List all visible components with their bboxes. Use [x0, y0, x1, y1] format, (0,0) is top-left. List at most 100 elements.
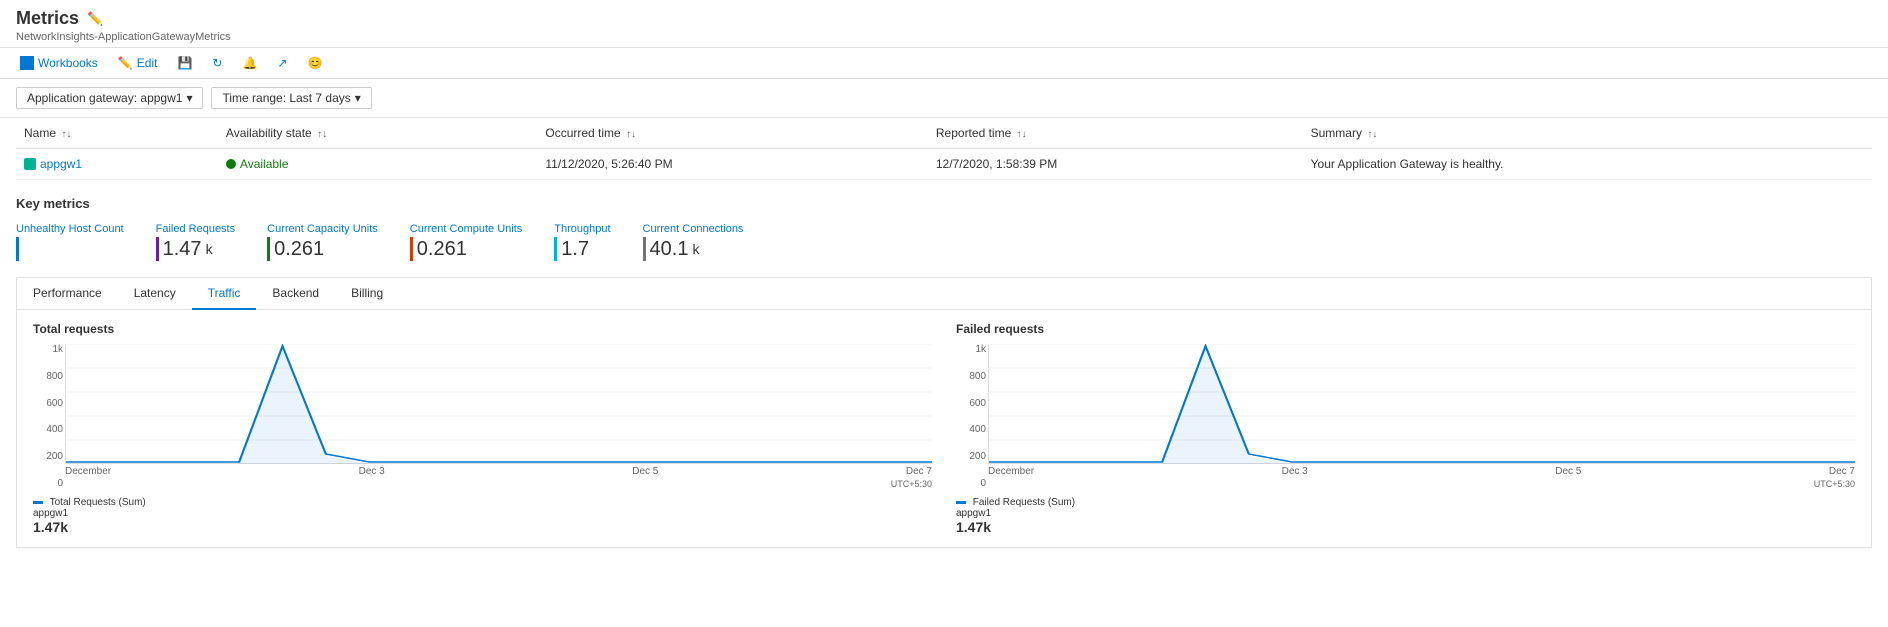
y-label: 1k	[960, 344, 986, 355]
refresh-icon: ↻	[212, 56, 222, 70]
legend-value: 1.47k	[33, 519, 68, 535]
metric-item: Current Connections 40.1k	[643, 223, 744, 261]
filters-bar: Application gateway: appgw1 ▾ Time range…	[0, 79, 1888, 118]
y-label: 0	[960, 478, 986, 489]
workbooks-label: Workbooks	[38, 56, 98, 70]
health-table: Name ↑↓ Availability state ↑↓ Occurred t…	[16, 118, 1872, 180]
charts-row: Total requests 1k 800 600 400 200 0	[17, 310, 1871, 547]
metric-item: Current Capacity Units 0.261	[267, 223, 378, 261]
metric-value: 1.7	[554, 237, 610, 261]
tabs-bar: PerformanceLatencyTrafficBackendBilling	[17, 278, 1871, 310]
metric-label: Current Compute Units	[410, 223, 523, 235]
y-label: 200	[960, 451, 986, 462]
total-requests-svg	[66, 344, 932, 464]
metric-bar	[156, 237, 159, 261]
time-range-label: Time range: Last 7 days	[222, 91, 350, 105]
metric-bar	[410, 237, 413, 261]
legend-sub: appgw1	[33, 508, 68, 519]
gateway-link[interactable]: appgw1	[24, 157, 210, 171]
failed-requests-title: Failed requests	[956, 322, 1855, 336]
metric-label: Throughput	[554, 223, 610, 235]
title-text: Metrics	[16, 8, 79, 29]
col-availability: Availability state ↑↓	[218, 118, 537, 149]
total-requests-legend: Total Requests (Sum) appgw1 1.47k	[33, 497, 932, 535]
y-label: 800	[37, 371, 63, 382]
save-button[interactable]: 💾	[173, 54, 196, 72]
edit-icon[interactable]: ✏️	[87, 11, 103, 27]
key-metrics-section: Key metrics Unhealthy Host Count Failed …	[0, 180, 1888, 269]
tab-performance[interactable]: Performance	[17, 278, 118, 310]
metric-item: Current Compute Units 0.261	[410, 223, 523, 261]
total-requests-title: Total requests	[33, 322, 932, 336]
workbooks-button[interactable]: Workbooks	[16, 54, 102, 72]
chevron-down-icon: ▾	[186, 91, 192, 105]
gateway-filter-label: Application gateway: appgw1	[27, 91, 182, 105]
refresh-button[interactable]: ↻	[208, 54, 226, 72]
metric-item: Failed Requests 1.47k	[156, 223, 236, 261]
metric-value: 0.261	[410, 237, 523, 261]
sort-icon[interactable]: ↑↓	[1017, 129, 1027, 140]
y-label: 1k	[37, 344, 63, 355]
tab-backend[interactable]: Backend	[256, 278, 335, 310]
sort-icon[interactable]: ↑↓	[1367, 129, 1377, 140]
failed-requests-chart-area	[988, 344, 1855, 464]
header-bar: Metrics ✏️ NetworkInsights-ApplicationGa…	[0, 0, 1888, 48]
edit-button[interactable]: ✏️ Edit	[114, 54, 162, 72]
col-occurred: Occurred time ↑↓	[537, 118, 928, 149]
metric-bar	[554, 237, 557, 261]
x-axis-failed: December Dec 3 Dec 5 Dec 7	[988, 466, 1855, 477]
toolbar: Workbooks ✏️ Edit 💾 ↻ 🔔 ↗ 😊	[0, 48, 1888, 79]
cell-name: appgw1	[16, 149, 218, 180]
y-label: 200	[37, 451, 63, 462]
tab-traffic[interactable]: Traffic	[192, 278, 257, 310]
sort-icon[interactable]: ↑↓	[61, 129, 71, 140]
workbooks-icon	[20, 56, 34, 70]
failed-requests-legend: Failed Requests (Sum) appgw1 1.47k	[956, 497, 1855, 535]
alert-button[interactable]: 🔔	[238, 54, 261, 72]
table-row: appgw1 Available 11/12/2020, 5:26:40 PM …	[16, 149, 1872, 180]
time-range-filter[interactable]: Time range: Last 7 days ▾	[211, 87, 371, 109]
metric-label: Current Capacity Units	[267, 223, 378, 235]
metric-label: Failed Requests	[156, 223, 236, 235]
sort-icon[interactable]: ↑↓	[626, 129, 636, 140]
failed-requests-svg	[989, 344, 1855, 464]
available-dot	[226, 159, 236, 169]
share-button[interactable]: ↗	[273, 54, 291, 72]
tabs-section: PerformanceLatencyTrafficBackendBilling …	[16, 277, 1872, 548]
gateway-filter[interactable]: Application gateway: appgw1 ▾	[16, 87, 203, 109]
emoji-icon: 😊	[307, 56, 322, 70]
utc-label-failed: UTC+5:30	[988, 479, 1855, 489]
availability-badge: Available	[226, 157, 529, 171]
cell-availability: Available	[218, 149, 537, 180]
metric-label: Current Connections	[643, 223, 744, 235]
x-axis-total: December Dec 3 Dec 5 Dec 7	[65, 466, 932, 477]
metrics-row: Unhealthy Host Count Failed Requests 1.4…	[16, 223, 1872, 261]
emoji-button[interactable]: 😊	[303, 54, 326, 72]
total-requests-chart-area	[65, 344, 932, 464]
metric-value	[16, 237, 124, 261]
metric-value: 1.47k	[156, 237, 236, 261]
y-axis-total: 1k8006004002000	[37, 344, 63, 489]
y-label: 400	[960, 424, 986, 435]
sort-icon[interactable]: ↑↓	[317, 129, 327, 140]
edit-pencil-icon: ✏️	[118, 56, 133, 70]
y-axis-failed: 1k8006004002000	[960, 344, 986, 489]
utc-label-total: UTC+5:30	[65, 479, 932, 489]
legend-color	[956, 501, 966, 504]
tab-latency[interactable]: Latency	[118, 278, 192, 310]
metric-item: Throughput 1.7	[554, 223, 610, 261]
y-label: 600	[37, 398, 63, 409]
col-name: Name ↑↓	[16, 118, 218, 149]
legend-color	[33, 501, 43, 504]
metric-bar	[16, 237, 19, 261]
total-requests-chart: Total requests 1k8006004002000	[33, 322, 956, 535]
cell-summary: Your Application Gateway is healthy.	[1303, 149, 1872, 180]
y-label: 600	[960, 398, 986, 409]
col-summary: Summary ↑↓	[1303, 118, 1872, 149]
legend-value: 1.47k	[956, 519, 991, 535]
tab-billing[interactable]: Billing	[335, 278, 399, 310]
chevron-down-icon: ▾	[355, 91, 361, 105]
legend-label: Failed Requests (Sum)	[973, 497, 1075, 508]
metric-bar	[643, 237, 646, 261]
cell-reported: 12/7/2020, 1:58:39 PM	[928, 149, 1303, 180]
